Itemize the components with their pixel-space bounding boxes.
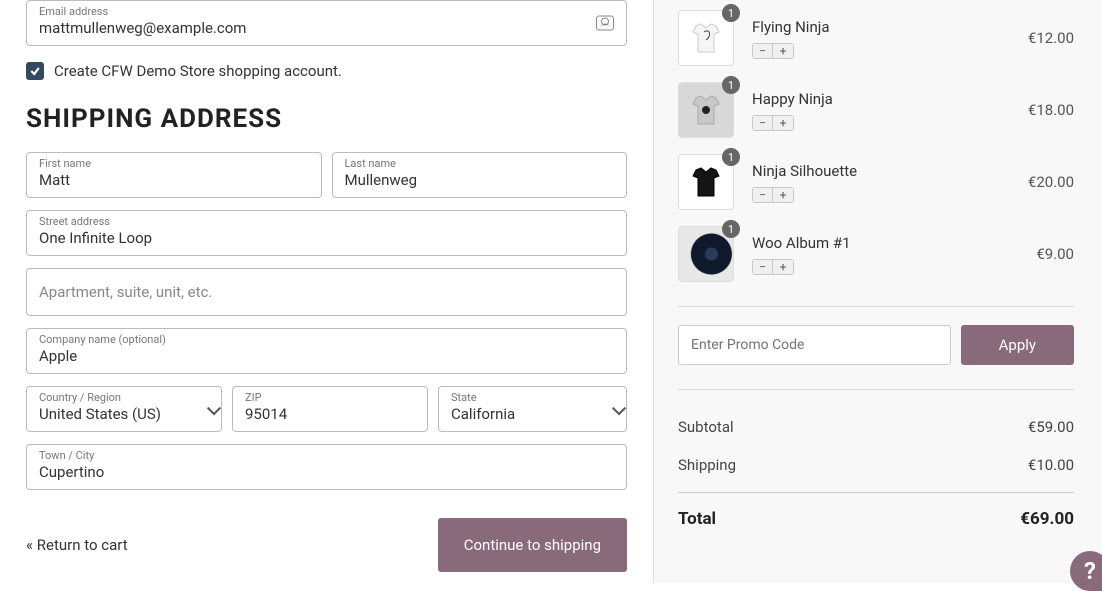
- company-field-wrapper: Company name (optional): [26, 328, 627, 374]
- increase-qty-button[interactable]: +: [773, 188, 793, 202]
- cart-item: 1 Woo Album #1 − + €9.00: [678, 226, 1074, 282]
- email-field-wrapper: Email address: [26, 0, 627, 46]
- last-name-field-wrapper: Last name: [332, 152, 628, 198]
- question-mark-icon: ?: [1084, 557, 1096, 585]
- country-field-wrapper: Country / Region: [26, 386, 222, 432]
- first-name-input[interactable]: [27, 153, 321, 197]
- increase-qty-button[interactable]: +: [773, 44, 793, 58]
- subtotal-value: €59.00: [1028, 418, 1074, 436]
- quantity-badge: 1: [722, 148, 740, 166]
- product-name: Ninja Silhouette: [752, 162, 1016, 180]
- decrease-qty-button[interactable]: −: [753, 260, 773, 274]
- state-select[interactable]: [439, 387, 626, 431]
- apply-promo-button[interactable]: Apply: [961, 325, 1074, 365]
- total-label: Total: [678, 509, 716, 529]
- product-price: €9.00: [1036, 245, 1074, 263]
- quantity-control: − +: [752, 115, 794, 131]
- product-price: €18.00: [1028, 101, 1074, 119]
- product-price: €12.00: [1028, 29, 1074, 47]
- country-select[interactable]: [27, 387, 221, 431]
- city-field-wrapper: Town / City: [26, 444, 627, 490]
- quantity-control: − +: [752, 259, 794, 275]
- last-name-input[interactable]: [333, 153, 627, 197]
- promo-code-input[interactable]: [678, 325, 951, 365]
- company-input[interactable]: [27, 329, 626, 373]
- decrease-qty-button[interactable]: −: [753, 44, 773, 58]
- continue-to-shipping-button[interactable]: Continue to shipping: [438, 518, 627, 572]
- shipping-address-title: SHIPPING ADDRESS: [26, 104, 627, 134]
- address-book-icon[interactable]: [596, 16, 614, 31]
- quantity-control: − +: [752, 43, 794, 59]
- divider: [678, 306, 1074, 307]
- create-account-label: Create CFW Demo Store shopping account.: [54, 62, 342, 80]
- increase-qty-button[interactable]: +: [773, 116, 793, 130]
- shipping-line: Shipping €10.00: [678, 446, 1074, 484]
- divider: [678, 389, 1074, 390]
- street-field-wrapper: Street address: [26, 210, 627, 256]
- create-account-row: Create CFW Demo Store shopping account.: [26, 62, 627, 80]
- subtotal-line: Subtotal €59.00: [678, 408, 1074, 446]
- increase-qty-button[interactable]: +: [773, 260, 793, 274]
- order-summary-column: 1 Flying Ninja − + €12.00 1 Happy Ninja: [654, 0, 1102, 583]
- cart-item: 1 Flying Ninja − + €12.00: [678, 10, 1074, 66]
- decrease-qty-button[interactable]: −: [753, 188, 773, 202]
- product-price: €20.00: [1028, 173, 1074, 191]
- cart-item: 1 Ninja Silhouette − + €20.00: [678, 154, 1074, 210]
- email-input[interactable]: [27, 1, 626, 45]
- zip-field-wrapper: ZIP: [232, 386, 428, 432]
- checkout-form-column: Email address Create CFW Demo Store shop…: [0, 0, 654, 583]
- cart-item: 1 Happy Ninja − + €18.00: [678, 82, 1074, 138]
- product-name: Woo Album #1: [752, 234, 1024, 252]
- subtotal-label: Subtotal: [678, 418, 734, 436]
- zip-input[interactable]: [233, 387, 427, 431]
- check-icon: [29, 65, 41, 77]
- product-name: Flying Ninja: [752, 18, 1016, 36]
- first-name-field-wrapper: First name: [26, 152, 322, 198]
- apartment-input[interactable]: [27, 269, 626, 315]
- quantity-control: − +: [752, 187, 794, 203]
- decrease-qty-button[interactable]: −: [753, 116, 773, 130]
- apartment-field-wrapper: [26, 268, 627, 316]
- shipping-value: €10.00: [1028, 456, 1074, 474]
- create-account-checkbox[interactable]: [26, 62, 44, 80]
- total-value: €69.00: [1020, 509, 1074, 529]
- quantity-badge: 1: [722, 76, 740, 94]
- total-line: Total €69.00: [678, 492, 1074, 539]
- help-chat-button[interactable]: ?: [1070, 551, 1102, 591]
- street-input[interactable]: [27, 211, 626, 255]
- state-field-wrapper: State: [438, 386, 627, 432]
- quantity-badge: 1: [722, 220, 740, 238]
- return-to-cart-link[interactable]: « Return to cart: [26, 536, 128, 554]
- quantity-badge: 1: [722, 4, 740, 22]
- shipping-label: Shipping: [678, 456, 736, 474]
- product-name: Happy Ninja: [752, 90, 1016, 108]
- city-input[interactable]: [27, 445, 626, 489]
